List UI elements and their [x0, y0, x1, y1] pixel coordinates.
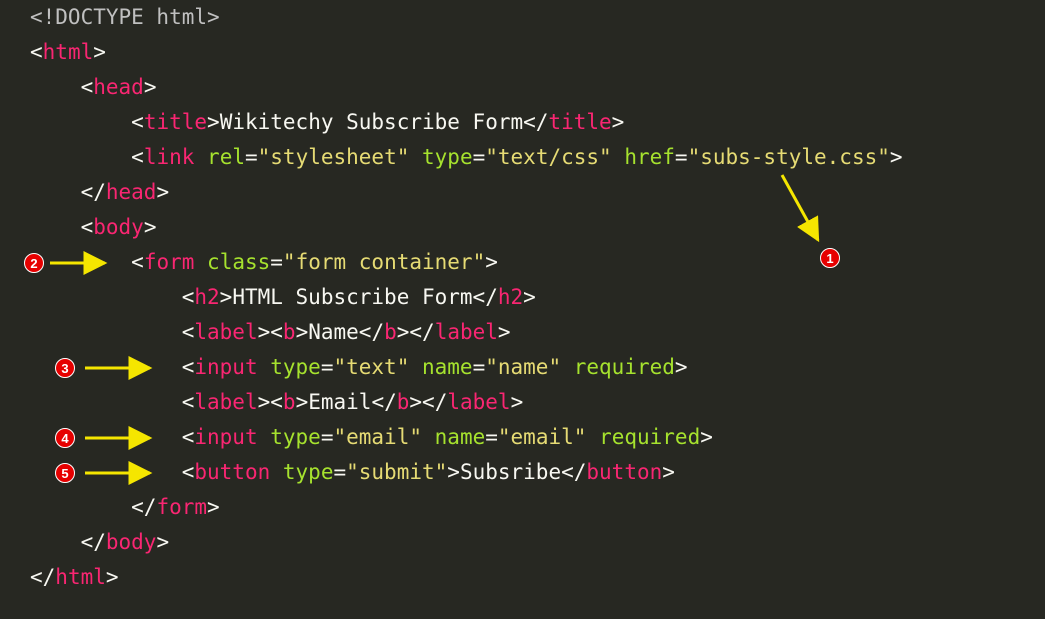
annotation-badge-5: 5 — [55, 463, 75, 483]
code-line: <label><b>Name</b></label> — [0, 315, 1045, 350]
code-line: <html> — [0, 35, 1045, 70]
code-line: <title>Wikitechy Subscribe Form</title> — [0, 105, 1045, 140]
code-line: <label><b>Email</b></label> — [0, 385, 1045, 420]
annotation-badge-2: 2 — [24, 253, 44, 273]
code-line: </body> — [0, 525, 1045, 560]
code-line: <button type="submit">Subsribe</button> — [0, 455, 1045, 490]
code-snippet: <!DOCTYPE html> <html> <head> <title>Wik… — [0, 0, 1045, 619]
code-line: <form class="form container"> — [0, 245, 1045, 280]
code-line: </html> — [0, 560, 1045, 595]
code-line: <h2>HTML Subscribe Form</h2> — [0, 280, 1045, 315]
code-line: <input type="text" name="name" required> — [0, 350, 1045, 385]
code-line: <link rel="stylesheet" type="text/css" h… — [0, 140, 1045, 175]
doctype: <!DOCTYPE html> — [30, 5, 220, 29]
code-line: <input type="email" name="email" require… — [0, 420, 1045, 455]
annotation-badge-1: 1 — [820, 248, 840, 268]
code-line: <!DOCTYPE html> — [0, 0, 1045, 35]
annotation-badge-3: 3 — [55, 358, 75, 378]
code-line: <head> — [0, 70, 1045, 105]
code-line: </head> — [0, 175, 1045, 210]
code-line: <body> — [0, 210, 1045, 245]
annotation-badge-4: 4 — [55, 428, 75, 448]
code-line: </form> — [0, 490, 1045, 525]
